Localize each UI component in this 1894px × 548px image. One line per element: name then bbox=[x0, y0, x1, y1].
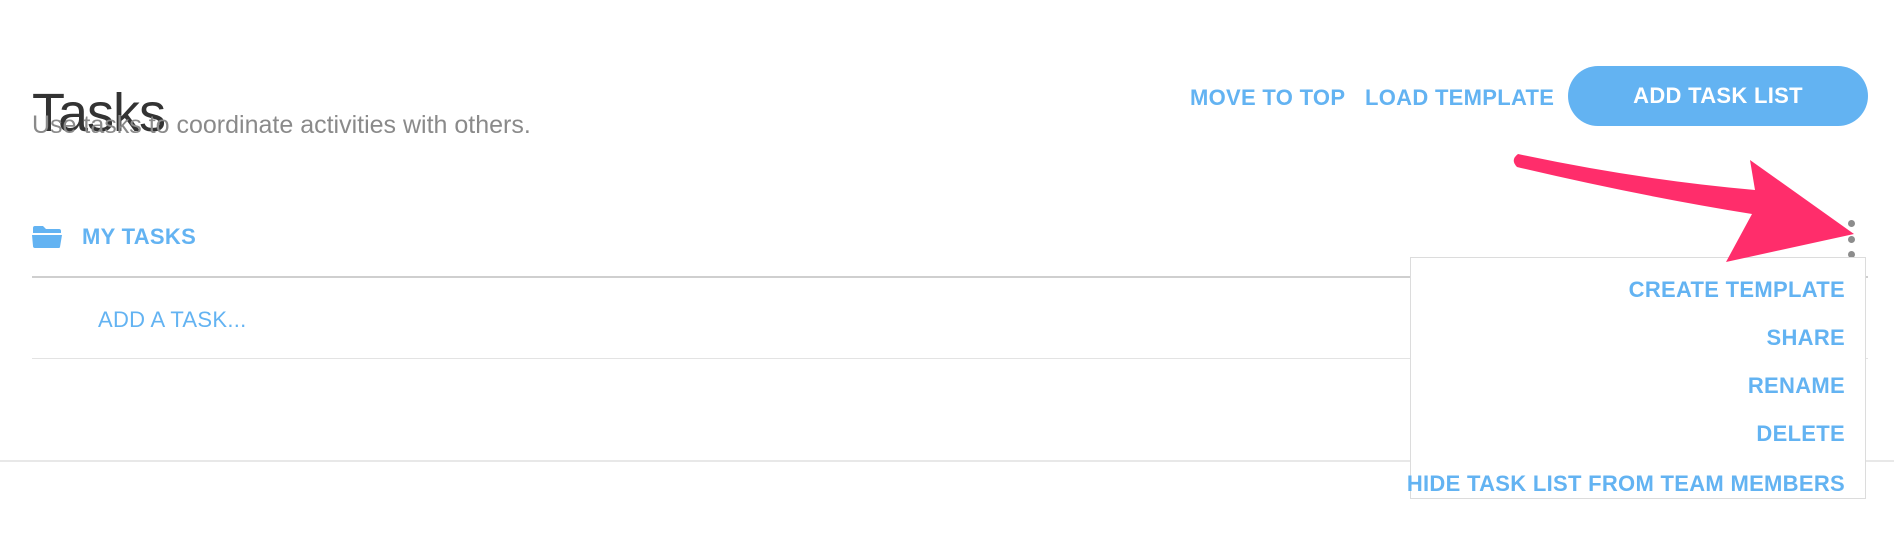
folder-icon bbox=[32, 225, 62, 249]
move-to-top-button[interactable]: MOVE TO TOP bbox=[1190, 80, 1345, 116]
menu-item-rename[interactable]: RENAME bbox=[1411, 362, 1865, 410]
add-task-list-button[interactable]: ADD TASK LIST bbox=[1568, 66, 1868, 126]
menu-item-share[interactable]: SHARE bbox=[1411, 314, 1865, 362]
menu-item-hide-from-team[interactable]: HIDE TASK LIST FROM TEAM MEMBERS bbox=[1407, 458, 1865, 510]
kebab-dot bbox=[1847, 235, 1855, 243]
task-list-header[interactable]: MY TASKS bbox=[32, 214, 196, 260]
task-list-options-menu: CREATE TEMPLATE SHARE RENAME DELETE HIDE… bbox=[1407, 257, 1866, 499]
add-task-input[interactable]: ADD A TASK... bbox=[98, 302, 247, 338]
menu-item-create-template[interactable]: CREATE TEMPLATE bbox=[1411, 266, 1865, 314]
menu-item-delete[interactable]: DELETE bbox=[1411, 410, 1865, 458]
task-list-name: MY TASKS bbox=[82, 224, 197, 249]
more-vertical-icon[interactable] bbox=[1842, 220, 1860, 258]
kebab-dot bbox=[1847, 220, 1855, 227]
load-template-button[interactable]: LOAD TEMPLATE bbox=[1365, 80, 1554, 116]
page-subtitle: Use tasks to coordinate activities with … bbox=[32, 111, 531, 139]
